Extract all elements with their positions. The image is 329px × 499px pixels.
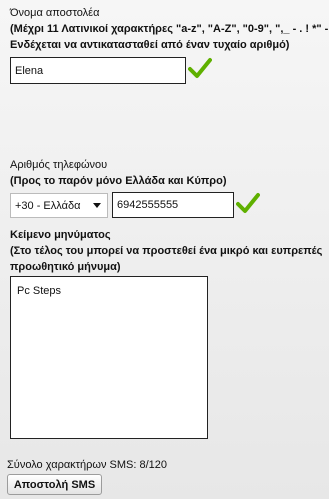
send-sms-button[interactable]: Αποστολή SMS (7, 474, 102, 495)
phone-number-value: 6942555555 (117, 199, 179, 211)
country-select-value: +30 - Ελλάδα (15, 199, 81, 212)
phone-hint: (Προς το παρόν μόνο Ελλάδα και Κύπρο) (10, 175, 227, 187)
sender-hint-line2: Ενδέχεται να αντικατασταθεί από έναν τυχ… (10, 39, 290, 51)
message-textarea[interactable]: Pc Steps (10, 276, 208, 439)
country-select[interactable]: +30 - Ελλάδα (10, 193, 108, 218)
sender-name-input[interactable]: Elena (10, 57, 186, 84)
message-value: Pc Steps (17, 285, 62, 297)
chevron-down-icon (93, 203, 101, 208)
phone-number-input[interactable]: 6942555555 (112, 192, 234, 218)
message-hint-line1: (Στο τέλος του μπορεί να προστεθεί ένα μ… (10, 245, 323, 257)
checkmark-icon (188, 57, 212, 79)
checkmark-icon (236, 192, 260, 214)
sender-name-value: Elena (15, 64, 44, 77)
sender-hint-line1: (Μέχρι 11 Λατινικοί χαρακτήρες "a-z", "A… (10, 23, 329, 35)
sms-character-counter: Σύνολο χαρακτήρων SMS: 8/120 (7, 459, 168, 471)
sender-title: Όνομα αποστολέα (10, 7, 100, 19)
message-title: Κείμενο μηνύματος (10, 229, 111, 241)
message-hint-line2: προωθητικό μήνυμα) (10, 261, 121, 273)
phone-title: Αριθμός τηλεφώνου (10, 159, 108, 171)
